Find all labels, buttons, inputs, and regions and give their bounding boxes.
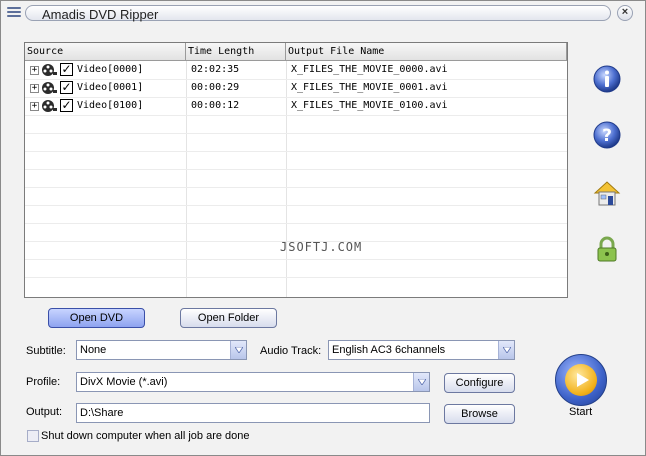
table-row[interactable]: + ✓ Video[0000] 02:02:35 X_FILES_THE_MOV…: [25, 61, 567, 79]
info-icon[interactable]: [592, 64, 622, 94]
row-divider: [25, 169, 567, 170]
subtitle-value: None: [80, 344, 107, 356]
row-divider: [25, 151, 567, 152]
output-file-cell: X_FILES_THE_MOVIE_0100.avi: [291, 100, 448, 111]
shutdown-label: Shut down computer when all job are done: [41, 430, 250, 442]
column-header-output-file-name[interactable]: Output File Name: [286, 43, 567, 61]
row-checkbox[interactable]: ✓: [60, 99, 73, 112]
time-length-cell: 00:00:12: [191, 100, 240, 111]
source-cell: Video[0100]: [77, 100, 144, 111]
time-length-cell: 00:00:29: [191, 82, 240, 93]
row-checkbox[interactable]: ✓: [60, 63, 73, 76]
title-bar: Amadis DVD Ripper ×: [3, 3, 643, 23]
column-header-source[interactable]: Source: [25, 43, 186, 61]
open-dvd-button[interactable]: Open DVD: [48, 308, 145, 328]
start-button[interactable]: [555, 354, 607, 406]
source-cell: Video[0001]: [77, 82, 144, 93]
column-header-time-length[interactable]: Time Length: [186, 43, 286, 61]
subtitle-select[interactable]: None: [76, 340, 247, 360]
shutdown-checkbox[interactable]: [27, 430, 39, 442]
expand-icon[interactable]: +: [30, 102, 39, 111]
title-list[interactable]: Source Time Length Output File Name + ✓ …: [24, 42, 568, 298]
profile-value: DivX Movie (*.avi): [80, 376, 168, 388]
app-window: Amadis DVD Ripper × Source Time Length O…: [0, 0, 646, 456]
output-label: Output:: [26, 406, 63, 418]
svg-text:?: ?: [602, 126, 612, 146]
film-reel-icon: [42, 100, 57, 112]
expand-icon[interactable]: +: [30, 66, 39, 75]
start-label: Start: [569, 406, 593, 418]
lock-icon[interactable]: [592, 234, 622, 264]
audio-track-select[interactable]: English AC3 6channels: [328, 340, 515, 360]
title-list-body: + ✓ Video[0000] 02:02:35 X_FILES_THE_MOV…: [25, 61, 567, 297]
row-divider: [25, 259, 567, 260]
profile-label: Profile:: [26, 376, 61, 388]
system-menu-icon[interactable]: [7, 7, 21, 17]
title-pill: Amadis DVD Ripper: [25, 5, 611, 22]
film-reel-icon: [42, 82, 57, 94]
row-divider: [25, 223, 567, 224]
audio-track-label: Audio Track:: [260, 345, 322, 357]
row-checkbox[interactable]: ✓: [60, 81, 73, 94]
time-length-cell: 02:02:35: [191, 64, 240, 75]
source-cell: Video[0000]: [77, 64, 144, 75]
open-folder-button[interactable]: Open Folder: [180, 308, 277, 328]
browse-button[interactable]: Browse: [444, 404, 515, 424]
watermark-text: JSOFTJ.COM: [280, 240, 363, 254]
subtitle-label: Subtitle:: [26, 345, 66, 357]
row-divider: [25, 277, 567, 278]
row-divider: [25, 115, 567, 116]
output-file-cell: X_FILES_THE_MOVIE_0001.avi: [291, 82, 448, 93]
expand-icon[interactable]: +: [30, 84, 39, 93]
row-divider: [25, 133, 567, 134]
close-button[interactable]: ×: [617, 5, 633, 21]
profile-select[interactable]: DivX Movie (*.avi): [76, 372, 430, 392]
table-row[interactable]: + ✓ Video[0100] 00:00:12 X_FILES_THE_MOV…: [25, 97, 567, 115]
chevron-down-icon[interactable]: [413, 373, 429, 391]
home-icon[interactable]: [592, 178, 622, 208]
row-divider: [25, 187, 567, 188]
chevron-down-icon[interactable]: [230, 341, 246, 359]
configure-button[interactable]: Configure: [444, 373, 515, 393]
output-path-field[interactable]: [76, 403, 430, 423]
output-path-input[interactable]: [77, 404, 429, 422]
audio-track-value: English AC3 6channels: [332, 344, 446, 356]
play-icon: [565, 364, 597, 396]
title-list-header: Source Time Length Output File Name: [25, 43, 567, 61]
window-title: Amadis DVD Ripper: [42, 7, 159, 22]
output-file-cell: X_FILES_THE_MOVIE_0000.avi: [291, 64, 448, 75]
table-row[interactable]: + ✓ Video[0001] 00:00:29 X_FILES_THE_MOV…: [25, 79, 567, 97]
film-reel-icon: [42, 64, 57, 76]
help-icon[interactable]: ?: [592, 120, 622, 150]
chevron-down-icon[interactable]: [498, 341, 514, 359]
row-divider: [25, 205, 567, 206]
